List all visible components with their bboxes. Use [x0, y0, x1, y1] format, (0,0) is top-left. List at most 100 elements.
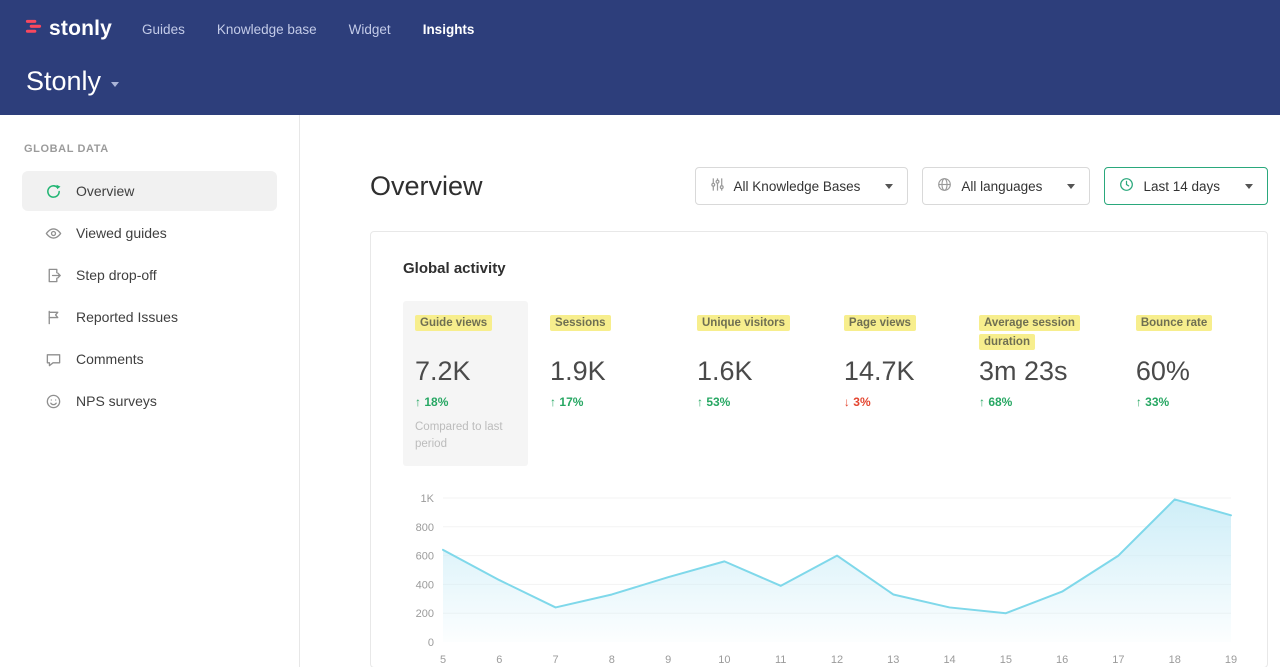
- metric-unique-visitors[interactable]: Unique visitors 1.6K ↑ 53%: [685, 301, 822, 421]
- metric-note: Compared to last period: [415, 419, 516, 454]
- metric-page-views[interactable]: Page views 14.7K ↓ 3%: [832, 301, 957, 421]
- metric-delta: ↓ 3%: [844, 395, 945, 409]
- svg-text:600: 600: [416, 550, 434, 562]
- metric-label: Unique visitors: [697, 315, 790, 331]
- workspace-title: Stonly: [26, 66, 101, 97]
- metric-guide-views[interactable]: Guide views 7.2K ↑ 18% Compared to last …: [403, 301, 528, 466]
- svg-text:13: 13: [887, 654, 899, 666]
- main-content: Overview All Knowledge Bases: [300, 115, 1280, 667]
- chevron-down-icon: [1067, 184, 1075, 189]
- sidebar-item-label: Reported Issues: [76, 309, 178, 325]
- card-title: Global activity: [403, 260, 1235, 277]
- delta-arrow-icon: ↑: [979, 395, 985, 409]
- metric-label: Sessions: [550, 315, 611, 331]
- nav-widget[interactable]: Widget: [349, 22, 391, 37]
- sidebar-item-viewed-guides[interactable]: Viewed guides: [22, 213, 277, 253]
- filter-languages[interactable]: All languages: [922, 167, 1090, 205]
- svg-text:5: 5: [440, 654, 446, 666]
- metric-delta: ↑ 33%: [1136, 395, 1223, 409]
- delta-arrow-icon: ↑: [697, 395, 703, 409]
- metric-value: 14.7K: [844, 355, 945, 387]
- delta-arrow-icon: ↑: [1136, 395, 1142, 409]
- svg-text:8: 8: [609, 654, 615, 666]
- sidebar-section-label: GLOBAL DATA: [0, 143, 299, 155]
- filter-date-range[interactable]: Last 14 days: [1104, 167, 1268, 205]
- delta-arrow-icon: ↑: [415, 395, 421, 409]
- logo-text: stonly: [49, 17, 112, 41]
- filter-label: All languages: [961, 179, 1042, 194]
- metric-label: Guide views: [415, 315, 492, 331]
- sidebar-item-label: NPS surveys: [76, 393, 157, 409]
- metric-delta: ↑ 53%: [697, 395, 810, 409]
- top-navigation: Guides Knowledge base Widget Insights: [142, 22, 474, 37]
- sidebar-item-reported-issues[interactable]: Reported Issues: [22, 297, 277, 337]
- global-activity-chart: 0 200 400 600 800 1K 5 6 7 8 9 10 11 12 13 14 15 16 17 18 19: [403, 488, 1235, 667]
- sidebar-item-step-drop-off[interactable]: Step drop-off: [22, 255, 277, 295]
- svg-text:0: 0: [428, 637, 434, 649]
- metric-value: 7.2K: [415, 355, 516, 387]
- delta-arrow-icon: ↓: [844, 395, 850, 409]
- sidebar-item-label: Viewed guides: [76, 225, 167, 241]
- svg-text:9: 9: [665, 654, 671, 666]
- metric-value: 1.6K: [697, 355, 810, 387]
- svg-text:14: 14: [943, 654, 955, 666]
- globe-icon: [937, 177, 952, 195]
- filter-knowledge-bases[interactable]: All Knowledge Bases: [695, 167, 909, 205]
- svg-text:200: 200: [416, 608, 434, 620]
- smiley-icon: [44, 392, 62, 410]
- nav-guides[interactable]: Guides: [142, 22, 185, 37]
- global-activity-card: Global activity Guide views 7.2K ↑ 18% C…: [370, 231, 1268, 667]
- filter-label: Last 14 days: [1143, 179, 1220, 194]
- sidebar-item-nps-surveys[interactable]: NPS surveys: [22, 381, 277, 421]
- metric-sessions[interactable]: Sessions 1.9K ↑ 17%: [538, 301, 675, 421]
- metrics-row: Guide views 7.2K ↑ 18% Compared to last …: [403, 301, 1235, 466]
- sidebar-item-overview[interactable]: Overview: [22, 171, 277, 211]
- metric-delta: ↑ 17%: [550, 395, 663, 409]
- svg-text:18: 18: [1169, 654, 1181, 666]
- metric-bounce-rate[interactable]: Bounce rate 60% ↑ 33%: [1124, 301, 1235, 421]
- workspace-selector[interactable]: Stonly: [24, 66, 1256, 97]
- metric-value: 3m 23s: [979, 355, 1102, 387]
- flag-icon: [44, 308, 62, 326]
- chevron-down-icon: [111, 82, 119, 87]
- svg-text:12: 12: [831, 654, 843, 666]
- svg-text:15: 15: [1000, 654, 1012, 666]
- overview-icon: [44, 182, 62, 200]
- metric-label: Average session duration: [979, 315, 1080, 350]
- svg-text:17: 17: [1112, 654, 1124, 666]
- eye-icon: [44, 224, 62, 242]
- svg-text:16: 16: [1056, 654, 1068, 666]
- chevron-down-icon: [885, 184, 893, 189]
- nav-knowledge-base[interactable]: Knowledge base: [217, 22, 317, 37]
- sliders-icon: [710, 177, 725, 195]
- svg-text:10: 10: [718, 654, 730, 666]
- metric-delta: ↑ 18%: [415, 395, 516, 409]
- sidebar-item-label: Step drop-off: [76, 267, 157, 283]
- svg-text:11: 11: [775, 654, 786, 666]
- metric-delta: ↑ 68%: [979, 395, 1102, 409]
- svg-text:6: 6: [496, 654, 502, 666]
- metric-value: 1.9K: [550, 355, 663, 387]
- app-header: stonly Guides Knowledge base Widget Insi…: [0, 0, 1280, 115]
- clock-icon: [1119, 177, 1134, 195]
- step-dropoff-icon: [44, 266, 62, 284]
- metric-value: 60%: [1136, 355, 1223, 387]
- comment-icon: [44, 350, 62, 368]
- svg-text:400: 400: [416, 579, 434, 591]
- page-title: Overview: [370, 171, 483, 202]
- stonly-logo[interactable]: stonly: [24, 17, 112, 41]
- sidebar: GLOBAL DATA Overview Viewed guides: [0, 115, 300, 667]
- svg-text:7: 7: [553, 654, 559, 666]
- svg-text:19: 19: [1225, 654, 1237, 666]
- delta-arrow-icon: ↑: [550, 395, 556, 409]
- chevron-down-icon: [1245, 184, 1253, 189]
- svg-text:800: 800: [416, 521, 434, 533]
- metric-average-session-duration[interactable]: Average session duration 3m 23s ↑ 68%: [967, 301, 1114, 421]
- sidebar-item-label: Overview: [76, 183, 134, 199]
- svg-text:1K: 1K: [421, 493, 435, 505]
- nav-insights[interactable]: Insights: [423, 22, 475, 37]
- metric-label: Page views: [844, 315, 916, 331]
- sidebar-item-comments[interactable]: Comments: [22, 339, 277, 379]
- filter-bar: All Knowledge Bases All languages: [695, 167, 1268, 205]
- sidebar-item-label: Comments: [76, 351, 144, 367]
